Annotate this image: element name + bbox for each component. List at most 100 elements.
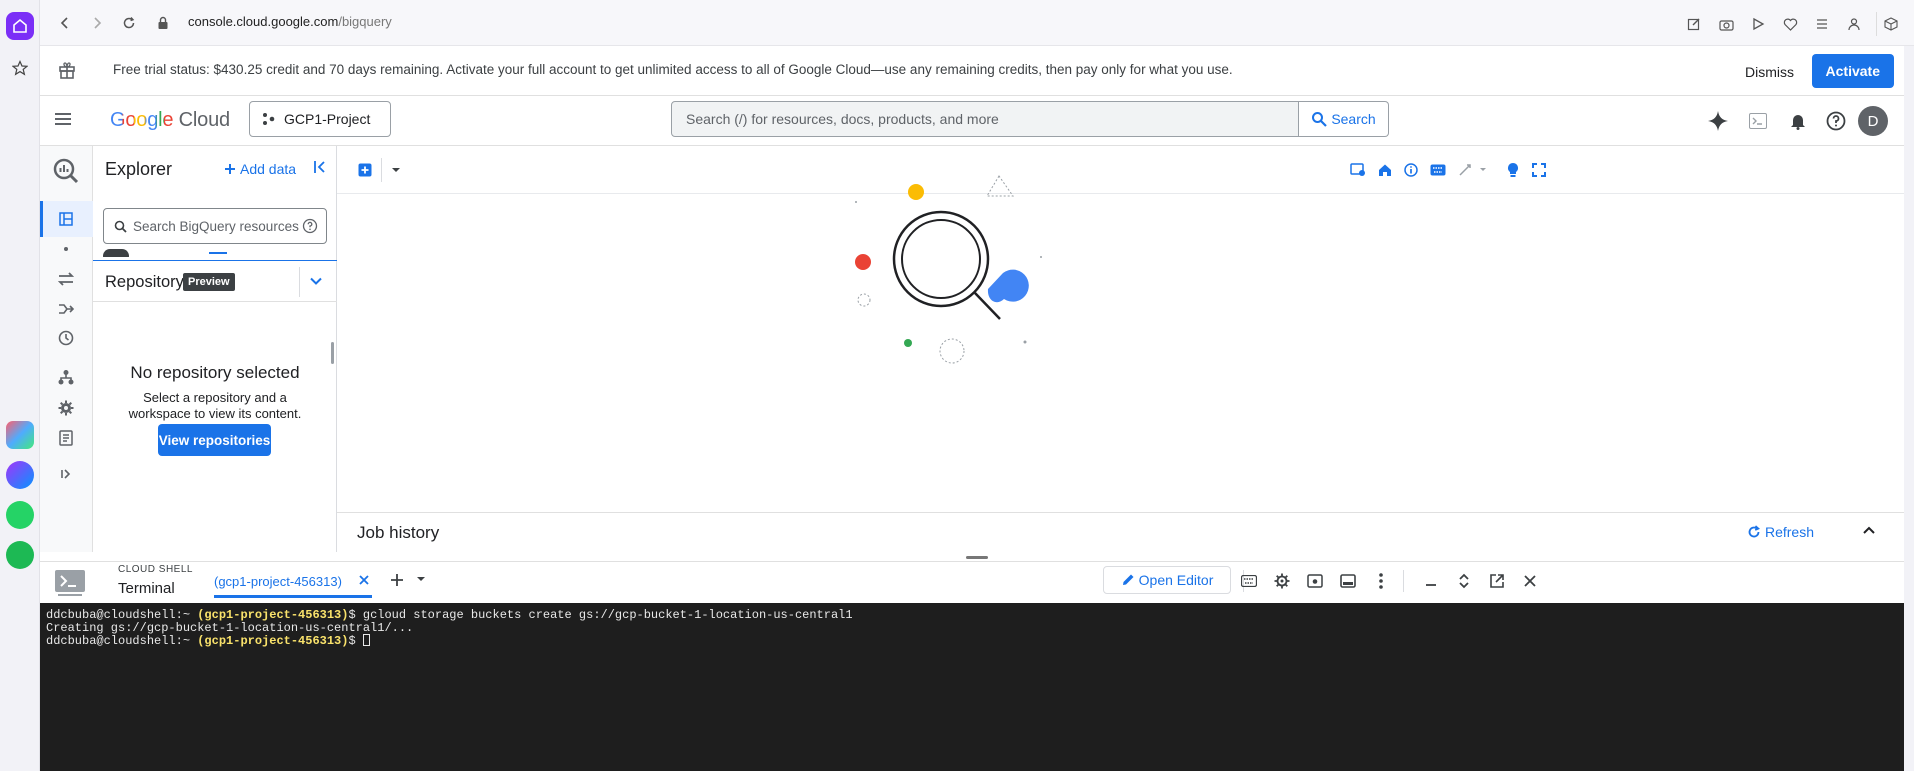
search-button[interactable]: Search	[1299, 101, 1389, 137]
lineage-icon[interactable]	[54, 365, 78, 389]
more-vert-icon[interactable]	[1370, 570, 1392, 592]
settings-gear-icon[interactable]	[54, 396, 78, 420]
lightbulb-icon[interactable]	[1503, 160, 1523, 180]
spotify-icon[interactable]	[6, 541, 34, 569]
terminal-line: ddcbuba@cloudshell:~ (gcp1-project-45631…	[46, 634, 1898, 648]
caret-down-icon[interactable]	[416, 576, 426, 582]
terminal-label: Terminal	[118, 580, 175, 597]
terminal-line: ddcbuba@cloudshell:~ (gcp1-project-45631…	[46, 609, 1898, 622]
scheduled-queries-icon[interactable]	[54, 326, 78, 350]
terminal-session-tab[interactable]: (gcp1-project-456313)	[214, 572, 372, 598]
release-notes-icon[interactable]	[54, 426, 78, 450]
close-icon[interactable]	[1519, 570, 1541, 592]
nav-dot-icon[interactable]	[54, 237, 78, 261]
project-picker[interactable]: GCP1-Project	[249, 101, 391, 137]
edit-icon[interactable]	[1684, 14, 1704, 34]
empty-search-illustration	[855, 175, 1042, 364]
browser-toolbar: console.cloud.google.com/bigquery	[40, 0, 1914, 46]
back-icon[interactable]	[54, 12, 76, 34]
caret-down-icon[interactable]	[386, 160, 406, 180]
lock-icon[interactable]	[152, 12, 174, 34]
logo-cloud-text: Cloud	[178, 109, 230, 131]
divider	[381, 158, 382, 182]
explorer-panel: Explorer Add data Search BigQuery resour…	[93, 146, 337, 552]
pipelines-icon[interactable]	[54, 297, 78, 321]
refresh-icon	[1748, 525, 1760, 538]
whatsapp-icon[interactable]	[6, 501, 34, 529]
messenger-icon[interactable]	[6, 461, 34, 489]
settings-gear-icon[interactable]	[1271, 570, 1293, 592]
job-history-bar: Job history Refresh	[337, 512, 1904, 552]
account-avatar[interactable]: D	[1858, 106, 1888, 136]
photos-app-icon[interactable]	[6, 421, 34, 449]
search-button-label: Search	[1331, 111, 1376, 127]
banner-text: Free trial status: $430.25 credit and 70…	[113, 62, 1233, 77]
open-in-icon[interactable]	[1348, 160, 1368, 180]
scrollbar-thumb[interactable]	[331, 342, 334, 364]
home-icon[interactable]	[1375, 160, 1395, 180]
notifications-icon[interactable]	[1786, 109, 1810, 133]
tab-list-icon[interactable]	[1812, 14, 1832, 34]
prompt-project: (gcp1-project-456313)	[197, 608, 349, 622]
global-search-input[interactable]: Search (/) for resources, docs, products…	[671, 101, 1299, 137]
shell-resize-handle[interactable]	[966, 556, 988, 559]
profile-icon[interactable]	[1844, 14, 1864, 34]
cloud-shell-icon[interactable]	[1746, 109, 1770, 133]
cloud-shell-caption: CLOUD SHELL	[118, 564, 193, 575]
open-new-window-icon[interactable]	[1486, 570, 1508, 592]
collapse-panel-icon[interactable]	[313, 160, 327, 174]
view-repositories-button[interactable]: View repositories	[158, 424, 271, 456]
query-workspace: Job history Refresh	[337, 146, 1904, 552]
close-tab-icon[interactable]	[358, 574, 370, 586]
new-tab-icon[interactable]	[355, 160, 375, 180]
camera-icon[interactable]	[1716, 14, 1736, 34]
add-data-button[interactable]: Add data	[224, 161, 296, 177]
terminal-line: Creating gs://gcp-bucket-1-location-us-c…	[46, 620, 414, 635]
minimize-icon[interactable]	[1420, 570, 1442, 592]
keyboard-icon[interactable]	[1238, 570, 1260, 592]
explorer-search-input[interactable]: Search BigQuery resources	[103, 208, 327, 244]
prompt-suffix: $	[348, 608, 363, 622]
add-session-icon[interactable]	[390, 573, 404, 587]
explorer-nav-icon[interactable]	[54, 207, 78, 231]
web-preview-icon[interactable]	[1304, 570, 1326, 592]
fullscreen-icon[interactable]	[1529, 160, 1549, 180]
layout-icon[interactable]	[1337, 570, 1359, 592]
splitter-grip[interactable]	[209, 252, 227, 254]
repository-header: Repository Preview	[93, 260, 337, 302]
project-hub-icon	[262, 112, 276, 126]
menu-icon[interactable]	[54, 111, 72, 127]
reload-icon[interactable]	[118, 12, 140, 34]
info-icon[interactable]	[1401, 160, 1421, 180]
dismiss-button[interactable]: Dismiss	[1735, 56, 1804, 88]
data-transfers-icon[interactable]	[54, 267, 78, 291]
bigquery-logo-icon[interactable]	[51, 156, 81, 186]
keyboard-icon[interactable]	[1428, 160, 1448, 180]
chevron-down-icon[interactable]	[309, 274, 323, 288]
bookmarks-icon[interactable]	[6, 54, 34, 82]
refresh-button[interactable]: Refresh	[1747, 524, 1814, 540]
gemini-sparkle-icon[interactable]	[1706, 109, 1730, 133]
resource-toggle-partial[interactable]	[103, 249, 129, 257]
address-bar[interactable]: console.cloud.google.com/bigquery	[188, 14, 392, 29]
chevron-up-icon[interactable]	[1862, 525, 1876, 535]
preview-badge: Preview	[183, 273, 235, 291]
help-icon[interactable]	[1824, 109, 1848, 133]
format-tools-icon[interactable]	[1457, 160, 1489, 180]
forward-icon[interactable]	[86, 12, 108, 34]
expand-nav-icon[interactable]	[54, 462, 78, 486]
browser-right-tools	[1684, 12, 1904, 36]
activate-button[interactable]: Activate	[1811, 54, 1894, 88]
restore-icon[interactable]	[1453, 570, 1475, 592]
browser-home-icon[interactable]	[6, 12, 34, 40]
heart-icon[interactable]	[1780, 14, 1800, 34]
terminal-cursor	[362, 634, 370, 647]
google-cloud-logo[interactable]: Google Cloud	[110, 109, 230, 132]
help-circle-icon[interactable]	[302, 218, 318, 234]
terminal-command: gcloud storage buckets create gs://gcp-b…	[362, 608, 853, 622]
terminal-output[interactable]: ddcbuba@cloudshell:~ (gcp1-project-45631…	[40, 603, 1904, 771]
workspace-toolbar	[337, 146, 1904, 194]
open-editor-button[interactable]: Open Editor	[1103, 566, 1231, 594]
player-icon[interactable]	[1748, 14, 1768, 34]
extension-box-icon[interactable]	[1876, 12, 1904, 36]
